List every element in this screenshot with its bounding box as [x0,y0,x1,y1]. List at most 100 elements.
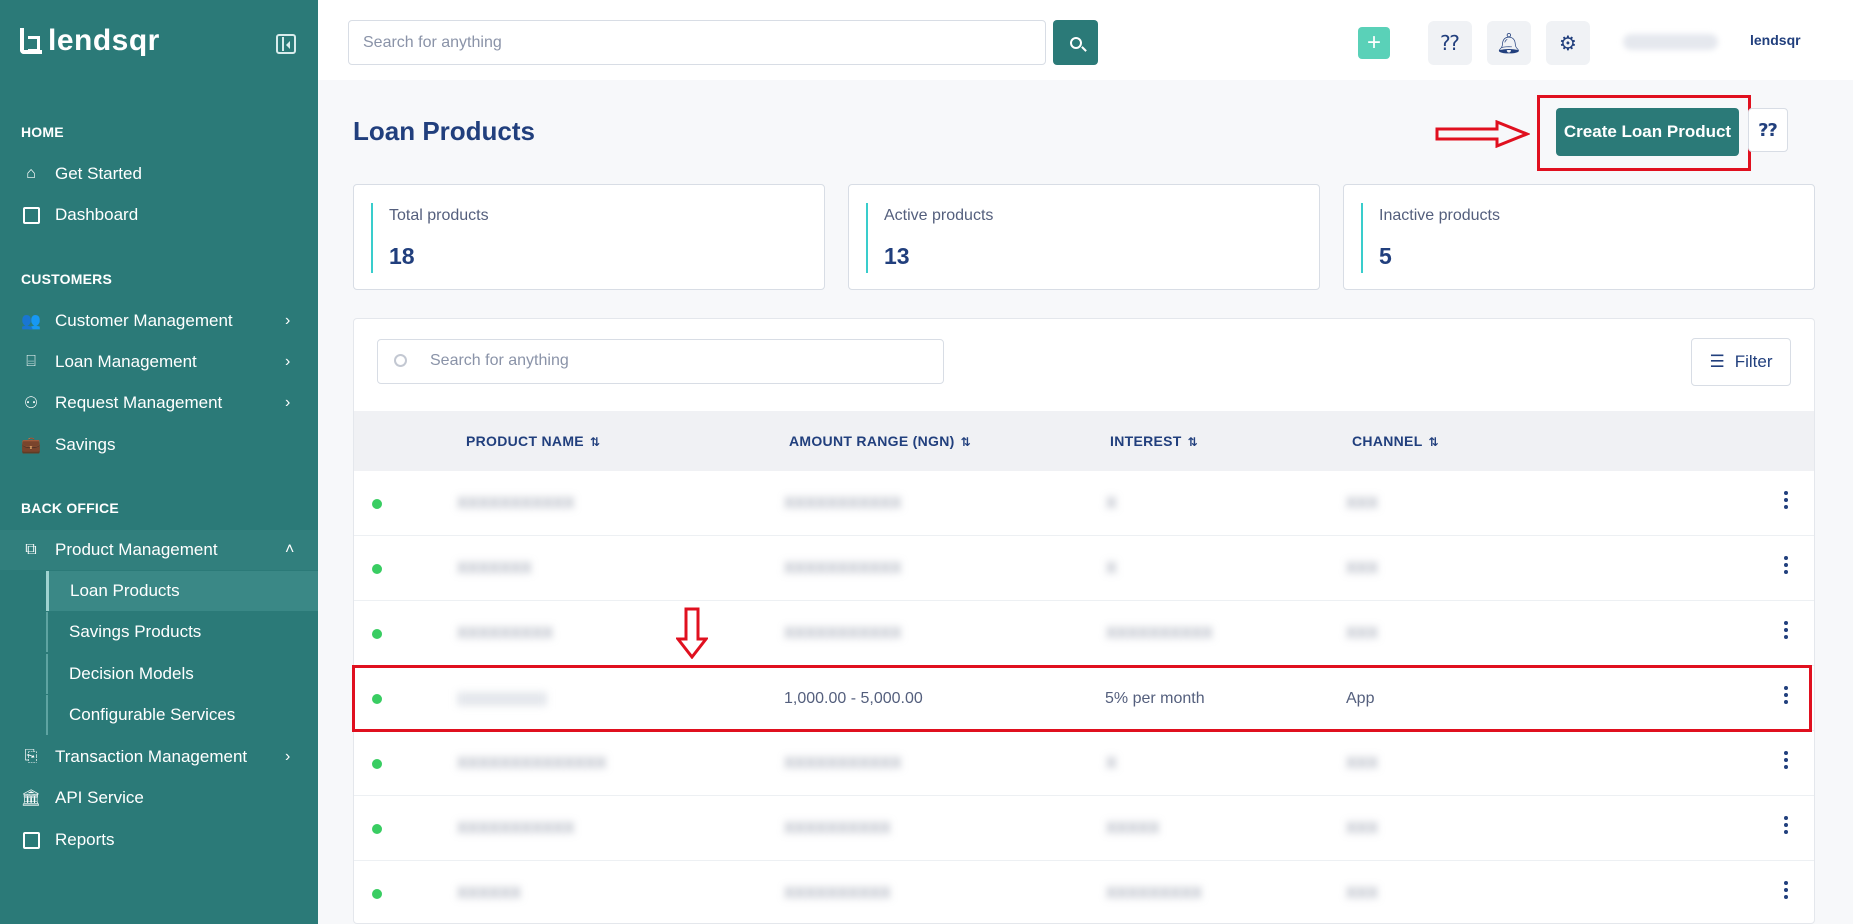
page-title: Loan Products [353,116,536,146]
sort-icon[interactable]: ⇅ [590,435,600,449]
column-header-interest[interactable]: INTEREST ⇅ [1110,433,1198,449]
sidebar-item-label: Dashboard [55,205,139,224]
sidebar-item-dashboard[interactable]: Dashboard [0,195,318,235]
section-home: HOME [21,124,64,140]
cell-amount-range: XXXXXXXXXX [784,820,891,837]
reports-icon [21,830,41,850]
table-row[interactable]: XXXXXXXXXXXXXX XXXXXXXXXXX X XXX [354,731,1814,796]
cell-amount-range: XXXXXXXXXX [784,885,891,902]
sidebar-item-transaction-management[interactable]: ⎘ Transaction Management › [0,737,318,777]
filter-button[interactable]: ☰ Filter [1691,338,1791,386]
sort-icon[interactable]: ⇅ [961,435,971,449]
row-actions-icon[interactable] [1784,751,1788,772]
brand-logo[interactable]: lendsqr [20,24,160,58]
top-bar: + ⁇ 🔔︎ ⚙ lendsqr [318,0,1853,80]
column-header-channel[interactable]: CHANNEL ⇅ [1352,433,1439,449]
global-search-input[interactable] [348,20,1046,65]
stat-value: 18 [389,243,415,269]
row-actions-icon[interactable] [1784,556,1788,577]
sidebar-item-loan-management[interactable]: ⌸ Loan Management › [0,342,318,382]
table-row[interactable]: XXXXXX XXXXXXXXXX XXXXXXXXX XXX [354,861,1814,923]
table-row[interactable]: XXXXXXXXX XXXXXXXXXXX XXXXXXXXXX XXX [354,601,1814,666]
stat-accent-bar [866,203,868,273]
briefcase-icon: 💼 [21,437,41,454]
help-button[interactable]: ⁇ [1428,21,1472,65]
table-row[interactable]: XXXXXXXXXXX XXXXXXXXXXX X XXX [354,471,1814,536]
table-search[interactable] [377,339,944,384]
cell-amount-range: XXXXXXXXXXX [784,495,902,512]
stat-accent-bar [1361,203,1363,273]
stat-accent-bar [371,203,373,273]
stat-card-active: Active products 13 [848,184,1320,290]
settings-button[interactable]: ⚙ [1546,21,1590,65]
home-icon: ⌂ [26,165,36,182]
sidebar-item-product-management[interactable]: ⧉ Product Management ˄ [0,530,318,570]
create-loan-product-button[interactable]: Create Loan Product [1556,108,1739,156]
sidebar-item-reports[interactable]: Reports [0,820,318,860]
column-header-amount-range[interactable]: AMOUNT RANGE (NGN) ⇅ [789,433,971,449]
notifications-button[interactable]: 🔔︎ [1487,21,1531,65]
row-actions-icon[interactable] [1784,816,1788,837]
column-header-product-name[interactable]: PRODUCT NAME ⇅ [466,433,600,449]
table-row[interactable]: XXXXXXXXXXX XXXXXXXXXX XXXXX XXX [354,796,1814,861]
page-help-button[interactable]: ⁇ [1748,108,1788,152]
sidebar-item-label: Savings Products [69,622,202,641]
sidebar-item-api-service[interactable]: 🏛 API Service [0,778,318,818]
gear-icon: ⚙ [1559,32,1577,55]
dashboard-icon [21,205,41,225]
sidebar-subitem-decision-models[interactable]: Decision Models [46,654,318,694]
org-logo: lendsqr [1750,32,1801,48]
row-actions-icon[interactable] [1784,491,1788,512]
chevron-up-icon: ˄ [285,541,295,558]
status-dot-active [372,629,382,639]
sort-icon[interactable]: ⇅ [1188,435,1198,449]
column-label: INTEREST [1110,433,1182,449]
sidebar-item-customer-management[interactable]: 👥 Customer Management › [0,301,318,341]
cell-interest: X [1106,560,1117,577]
cell-channel: XXX [1346,495,1379,512]
sidebar-subitem-configurable-services[interactable]: Configurable Services [46,695,318,735]
sidebar-item-get-started[interactable]: ⌂ Get Started [0,154,318,194]
sidebar-item-request-management[interactable]: ⚇ Request Management › [0,383,318,423]
stat-value: 13 [884,243,910,269]
sidebar: lendsqr HOME ⌂ Get Started Dashboard CUS… [0,0,318,924]
sidebar-subitem-loan-products[interactable]: Loan Products [46,571,318,611]
sidebar-collapse-icon[interactable] [276,34,296,54]
sidebar-item-label: Reports [55,830,115,849]
column-label: PRODUCT NAME [466,433,584,449]
annotation-arrow-down-icon [676,607,708,659]
cell-interest: XXXXX [1106,820,1160,837]
cell-product-name: XXXXXXXXX [457,625,554,642]
user-name-redacted[interactable] [1623,34,1718,50]
cell-amount-range: XXXXXXXXXXX [784,755,902,772]
sidebar-item-label: Configurable Services [69,705,236,724]
search-icon [1069,36,1082,49]
cell-product-name: XXXXXXXXXXX [457,495,575,512]
status-dot-active [372,499,382,509]
row-actions-icon[interactable] [1784,881,1788,902]
stat-label: Active products [884,207,994,224]
cell-interest: XXXXXXXXX [1106,885,1203,902]
loan-icon: ⌸ [26,353,36,370]
chevron-right-icon: › [285,748,291,765]
status-dot-active [372,564,382,574]
sidebar-item-label: Customer Management [55,311,233,330]
sidebar-item-label: Loan Products [70,581,180,600]
receipt-icon: ⎘ [24,748,38,765]
sidebar-item-savings[interactable]: 💼 Savings [0,425,318,465]
cell-interest: XXXXXXXXXX [1106,625,1213,642]
row-actions-icon[interactable] [1784,621,1788,642]
stat-label: Total products [389,207,489,224]
global-search-button[interactable] [1053,20,1098,65]
sidebar-subitem-savings-products[interactable]: Savings Products [46,612,318,652]
cell-channel: XXX [1346,560,1379,577]
cell-amount-range: XXXXXXXXXXX [784,560,902,577]
stat-card-total: Total products 18 [353,184,825,290]
add-button[interactable]: + [1358,27,1390,59]
annotation-arrow-right-icon [1435,120,1530,148]
sidebar-item-label: API Service [55,788,144,807]
status-dot-active [372,889,382,899]
table-search-input[interactable] [430,352,910,370]
sort-icon[interactable]: ⇅ [1429,435,1439,449]
table-row[interactable]: XXXXXXX XXXXXXXXXXX X XXX [354,536,1814,601]
